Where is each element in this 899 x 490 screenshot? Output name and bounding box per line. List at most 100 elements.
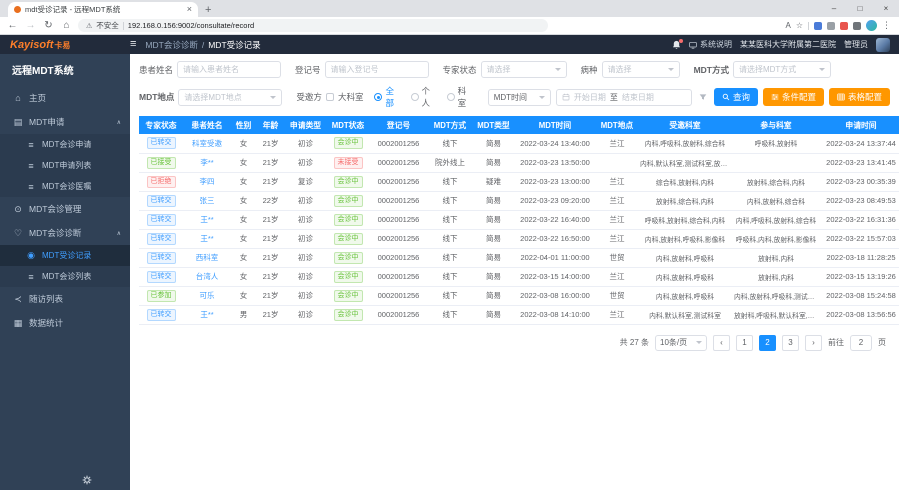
system-help-link[interactable]: 系统说明 [689, 39, 732, 50]
patient-name-input[interactable] [177, 61, 281, 78]
user-role[interactable]: 管理员 [844, 39, 868, 50]
reading-mode-icon[interactable]: A [785, 21, 790, 30]
table-cell: 内科,默认科室,测试科室,放射科 [638, 153, 732, 172]
table-cell: 2022-03-22 16:50:00 [514, 229, 596, 248]
mdt-status-badge: 会诊中 [334, 252, 363, 264]
forward-icon[interactable]: → [24, 21, 37, 31]
extension-icon[interactable] [814, 22, 822, 30]
sidebar-item-mdt-diagnosis[interactable]: ♡MDT会诊诊断∧ [0, 221, 130, 245]
page-button-3[interactable]: 3 [782, 335, 799, 351]
patient-name-link[interactable]: 张三 [200, 196, 215, 205]
user-avatar[interactable] [876, 38, 890, 52]
url-bar[interactable]: ⚠ 不安全 192.168.0.156:9002/consultate/reco… [78, 19, 548, 32]
reg-no-input[interactable] [325, 61, 429, 78]
date-separator: 至 [610, 92, 618, 103]
page-size-select[interactable]: 10条/页 [655, 335, 707, 351]
mdt-time-select[interactable]: MDT时间 [488, 89, 551, 106]
patient-name-link[interactable]: 可乐 [200, 291, 215, 300]
mdt-mode-label: MDT方式 [694, 64, 729, 76]
refresh-icon[interactable]: ↻ [42, 21, 55, 31]
patient-name-link[interactable]: 台湾人 [196, 272, 219, 281]
condition-config-button[interactable]: 条件配置 [763, 88, 824, 106]
mdt-place-select[interactable]: 请选择MDT地点 [178, 89, 282, 106]
page-button-2[interactable]: 2 [759, 335, 776, 351]
sidebar-item-mdt-record[interactable]: ◉MDT受诊记录 [0, 245, 130, 266]
patient-name-label: 患者姓名 [139, 64, 173, 76]
table-cell: 0002001256 [370, 172, 427, 191]
table-header-row: 专家状态患者姓名性别年龄申请类型MDT状态登记号MDT方式MDT类型MDT时间M… [139, 116, 899, 134]
prev-page-button[interactable]: ‹ [713, 335, 730, 351]
patient-name-link[interactable]: 科室受邀 [192, 139, 222, 148]
extension-icon[interactable] [827, 22, 835, 30]
expert-status-badge: 已参加 [147, 290, 176, 302]
divider [808, 22, 809, 30]
table-cell: 女 [231, 286, 256, 305]
browser-tab[interactable]: mdt受诊记录 - 远程MDT系统 × [8, 2, 198, 17]
window-maximize-button[interactable]: □ [847, 0, 873, 17]
radio-option-1[interactable]: 个人 [411, 85, 438, 109]
disease-select[interactable]: 请选择 [602, 61, 680, 78]
back-icon[interactable]: ← [6, 21, 19, 31]
sidebar-collapse-icon[interactable]: ≡ [130, 39, 136, 50]
patient-name-link[interactable]: 西科室 [196, 253, 219, 262]
radio-option-2[interactable]: 科室 [447, 85, 474, 109]
date-range-picker[interactable]: 开始日期 至 结束日期 [556, 89, 692, 106]
breadcrumb-section[interactable]: MDT会诊诊断 [145, 39, 197, 51]
column-header: 申请类型 [285, 116, 326, 134]
table-cell: 已接受 [139, 153, 183, 172]
table-config-button[interactable]: 表格配置 [829, 88, 890, 106]
new-tab-button[interactable]: + [205, 4, 211, 16]
radio-dot-icon [411, 93, 419, 101]
extension-icon[interactable] [840, 22, 848, 30]
expert-status-badge: 已转交 [147, 271, 176, 283]
sidebar-item-home[interactable]: ⌂主页 [0, 86, 130, 110]
dept-checkbox[interactable] [326, 93, 334, 101]
table-cell: 内科,放射科,呼吸科,影像科 [638, 229, 732, 248]
filter-icon[interactable] [699, 93, 707, 101]
mdt-mode-select[interactable]: 请选择MDT方式 [733, 61, 831, 78]
tab-close-icon[interactable]: × [187, 5, 192, 14]
window-minimize-button[interactable]: – [821, 0, 847, 17]
sidebar-item-mdt-apply-list[interactable]: ≡MDT申请列表 [0, 155, 130, 176]
monitor-icon [689, 41, 697, 49]
patient-name-link[interactable]: 王** [200, 215, 213, 224]
radio-option-0[interactable]: 全部 [374, 85, 401, 109]
table-cell: 简易 [473, 191, 514, 210]
mdt-status-badge: 会诊中 [334, 233, 363, 245]
column-header: MDT方式 [427, 116, 473, 134]
screen: mdt受诊记录 - 远程MDT系统 × + – □ × ← → ↻ ⌂ ⚠ 不安… [0, 0, 899, 490]
window-close-button[interactable]: × [873, 0, 899, 17]
sidebar-item-mdt-consult-list[interactable]: ≡MDT会诊列表 [0, 266, 130, 287]
notification-bell-icon[interactable] [672, 40, 681, 50]
next-page-button[interactable]: › [805, 335, 822, 351]
patient-name-link[interactable]: 王** [200, 234, 213, 243]
chevron-down-icon [668, 68, 674, 71]
settings-gear-icon[interactable] [82, 475, 92, 485]
expert-status-select[interactable]: 请选择 [481, 61, 567, 78]
sidebar-item-mdt-apply[interactable]: ▤MDT申请∧ [0, 110, 130, 134]
sidebar-item-mdt-consult-order[interactable]: ≡MDT会诊医嘱 [0, 176, 130, 197]
browser-menu-icon[interactable]: ⋮ [882, 20, 891, 31]
patient-name-link[interactable]: 王** [200, 310, 213, 319]
patient-name-link[interactable]: 李四 [200, 177, 215, 186]
table-cell: 兰江 [596, 134, 638, 153]
table-cell: 初诊 [285, 153, 326, 172]
bookmark-star-icon[interactable]: ☆ [796, 21, 803, 30]
table-cell: 世贸 [596, 248, 638, 267]
document-icon: ▤ [13, 117, 23, 128]
browser-profile-avatar[interactable] [866, 20, 877, 31]
page-button-1[interactable]: 1 [736, 335, 753, 351]
mdt-status-badge: 会诊中 [334, 214, 363, 226]
extension-icon[interactable] [853, 22, 861, 30]
goto-page-input[interactable] [850, 335, 872, 351]
table-cell: 女 [231, 191, 256, 210]
sidebar-item-statistics[interactable]: ▦数据统计 [0, 311, 130, 335]
table-cell: 0002001256 [370, 286, 427, 305]
patient-name-link[interactable]: 李** [200, 158, 213, 167]
grid-icon [837, 93, 845, 101]
sidebar-item-mdt-manage[interactable]: ⊙MDT会诊管理 [0, 197, 130, 221]
browser-home-icon[interactable]: ⌂ [60, 21, 73, 31]
sidebar-item-followup-list[interactable]: ≺随访列表 [0, 287, 130, 311]
search-button[interactable]: 查询 [714, 88, 758, 106]
sidebar-item-mdt-consult-apply[interactable]: ≡MDT会诊申请 [0, 134, 130, 155]
